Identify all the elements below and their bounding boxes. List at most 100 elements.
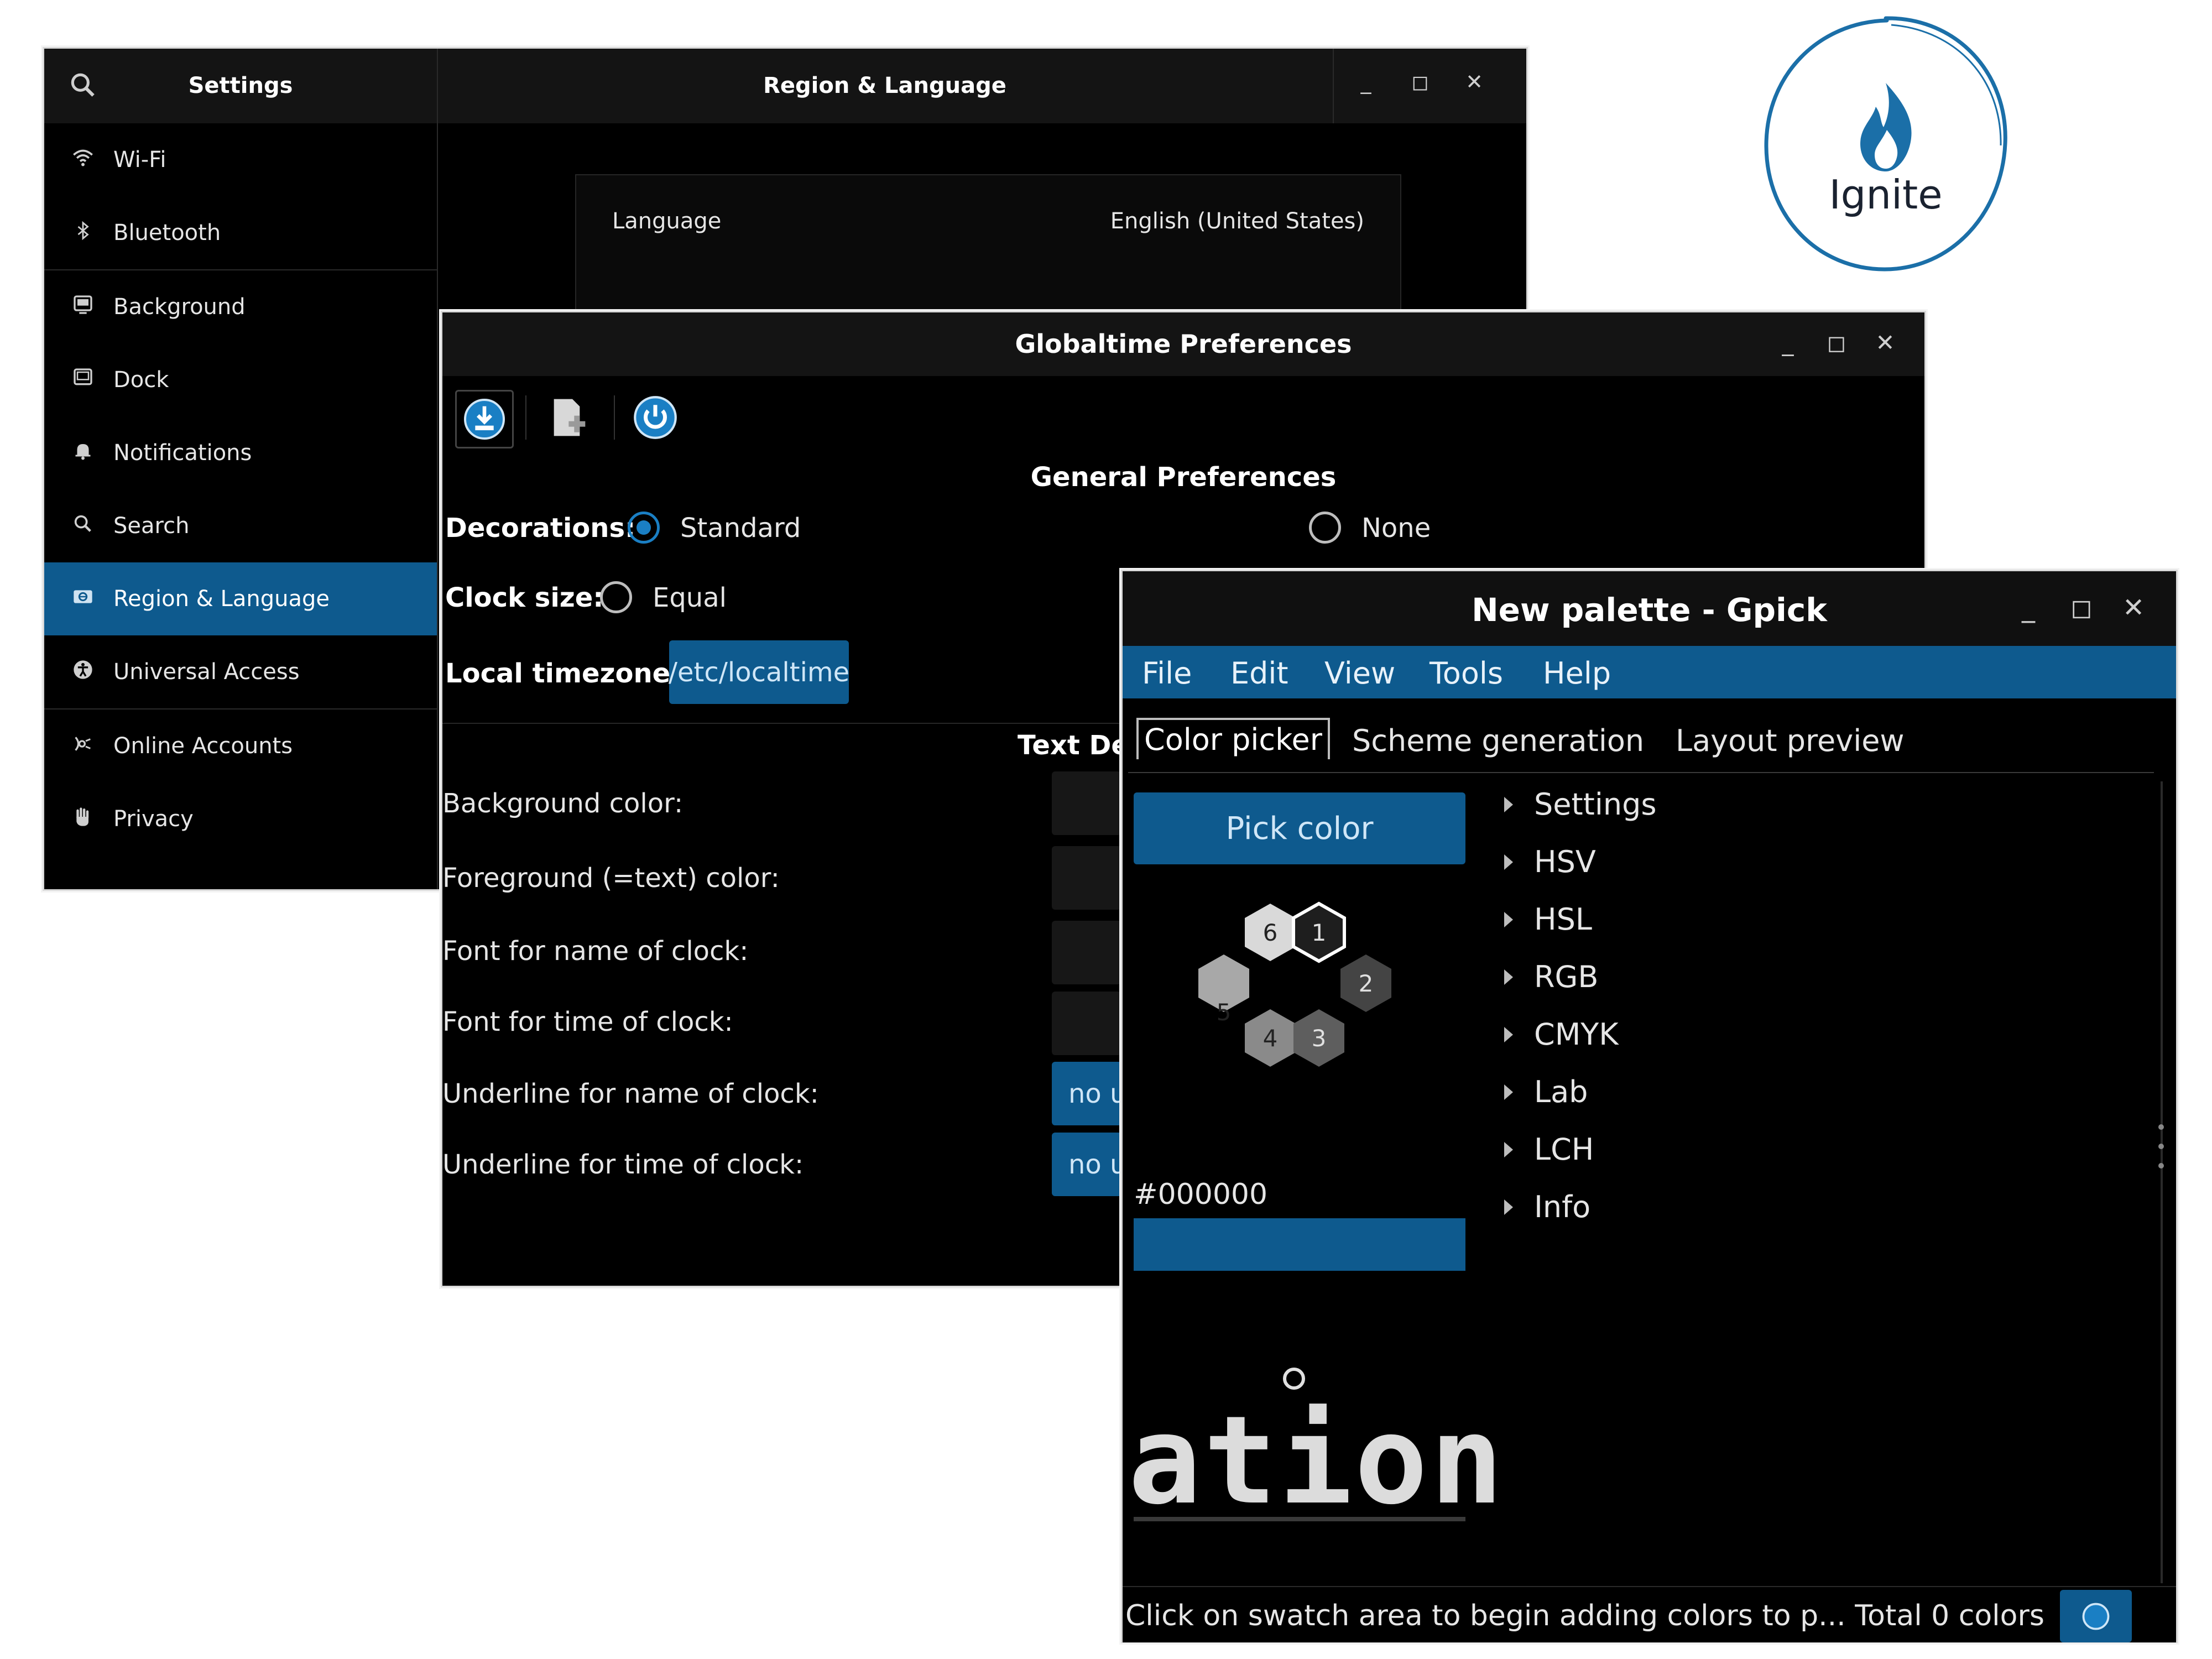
tree-label: HSV <box>1534 844 1596 879</box>
clock-size-equal-radio[interactable] <box>600 581 632 613</box>
tree-item-hsv[interactable]: HSV <box>1504 844 1596 879</box>
zoom-preview-text: ation <box>1128 1390 1506 1531</box>
timezone-button[interactable]: /etc/localtime <box>669 640 849 704</box>
decorations-standard-radio[interactable] <box>628 512 660 544</box>
sidebar-item-label: Wi-Fi <box>113 147 166 173</box>
color-swatch[interactable] <box>1134 1218 1465 1271</box>
maximize-icon[interactable]: ◻ <box>1410 70 1430 94</box>
accessibility-icon <box>66 659 100 686</box>
pane-handle-icon[interactable] <box>2156 1124 2167 1168</box>
swatch-hexagons[interactable]: 6 1 5 2 4 3 <box>1145 881 1454 1168</box>
tree-item-hsl[interactable]: HSL <box>1504 902 1592 937</box>
tree-item-rgb[interactable]: RGB <box>1504 959 1598 994</box>
sidebar-item-label: Search <box>113 513 190 539</box>
field-label: Font for time of clock: <box>442 1006 733 1037</box>
menu-file[interactable]: File <box>1142 656 1192 691</box>
swatch-1[interactable]: 1 <box>1292 901 1346 963</box>
settings-window-controls: _ ◻ ✕ <box>1333 49 1527 123</box>
expander-arrow-icon <box>1504 911 1513 927</box>
close-icon[interactable]: ✕ <box>1875 329 1895 356</box>
swatch-5[interactable]: 5 <box>1198 954 1249 1026</box>
tree-item-info[interactable]: Info <box>1504 1190 1590 1224</box>
maximize-icon[interactable]: ◻ <box>1827 329 1846 356</box>
language-row[interactable]: Language English (United States) <box>575 174 1401 272</box>
tree-item-settings[interactable]: Settings <box>1504 787 1656 822</box>
hex-code: #000000 <box>1134 1178 1268 1211</box>
minimize-icon[interactable]: _ <box>1778 329 1798 356</box>
radio-label: Equal <box>653 582 727 613</box>
sidebar-item-label: Privacy <box>113 806 194 832</box>
section-title: General Preferences <box>1030 462 1337 493</box>
tree-item-cmyk[interactable]: CMYK <box>1504 1017 1619 1052</box>
tab-color-picker[interactable]: Color picker <box>1136 718 1330 759</box>
minimize-icon[interactable]: _ <box>2018 592 2038 623</box>
swatch-3[interactable]: 3 <box>1293 1009 1344 1067</box>
field-label: Font for name of clock: <box>442 936 749 967</box>
menu-help[interactable]: Help <box>1543 656 1611 691</box>
sidebar-item-region-language[interactable]: Region & Language <box>44 562 437 635</box>
status-bar: Click on swatch area to begin adding col… <box>1123 1586 2176 1642</box>
tree-label: CMYK <box>1534 1017 1619 1052</box>
menu-tools[interactable]: Tools <box>1430 656 1503 691</box>
swatch-6[interactable]: 6 <box>1245 904 1296 961</box>
zoom-slider[interactable] <box>1134 1517 1465 1521</box>
expander-arrow-icon <box>1504 969 1513 985</box>
swatch-4[interactable]: 4 <box>1245 1009 1296 1067</box>
sidebar-item-bluetooth[interactable]: Bluetooth <box>44 196 437 269</box>
sidebar-item-label: Notifications <box>113 440 252 466</box>
toolbar-divider <box>525 395 526 440</box>
menu-edit[interactable]: Edit <box>1230 656 1288 691</box>
quit-button[interactable] <box>628 390 683 445</box>
settings-title: Settings <box>188 73 293 98</box>
sidebar-item-dock[interactable]: Dock <box>44 343 437 416</box>
sidebar-item-privacy[interactable]: Privacy <box>44 782 437 855</box>
tree-item-lch[interactable]: LCH <box>1504 1132 1594 1167</box>
gpick-window: New palette - Gpick _ ◻ ✕ File Edit View… <box>1123 571 2176 1642</box>
field-label: Background color: <box>442 788 684 819</box>
power-icon <box>634 396 677 439</box>
maximize-icon[interactable]: ◻ <box>2070 592 2093 623</box>
radio-label: None <box>1361 513 1431 544</box>
pick-color-button[interactable]: Pick color <box>1134 792 1465 864</box>
sidebar-item-search[interactable]: Search <box>44 489 437 562</box>
svg-text:3: 3 <box>1312 1025 1327 1052</box>
timezone-label: Local timezone: <box>445 658 681 689</box>
tree-label: RGB <box>1534 959 1599 994</box>
sidebar-item-universal-access[interactable]: Universal Access <box>44 635 437 708</box>
swatch-2[interactable]: 2 <box>1340 954 1391 1012</box>
tab-layout-preview[interactable]: Layout preview <box>1676 723 1905 758</box>
language-label: Language <box>612 208 722 234</box>
tab-scheme-generation[interactable]: Scheme generation <box>1352 723 1644 758</box>
sidebar-item-wifi[interactable]: Wi-Fi <box>44 123 437 196</box>
dock-icon <box>66 367 100 394</box>
decorations-none-radio[interactable] <box>1309 512 1341 544</box>
status-swatch-button[interactable] <box>2060 1590 2132 1642</box>
svg-text:4: 4 <box>1263 1025 1278 1052</box>
pane-divider[interactable] <box>2161 781 2163 1583</box>
close-icon[interactable]: ✕ <box>1464 70 1484 94</box>
sidebar-item-online-accounts[interactable]: Online Accounts <box>44 709 437 782</box>
svg-text:1: 1 <box>1312 919 1327 946</box>
radio-label: Standard <box>680 513 801 544</box>
minimize-icon[interactable]: _ <box>1356 70 1376 94</box>
globaltime-titlebar: Globaltime Preferences _ ◻ ✕ <box>442 312 1924 376</box>
menu-view[interactable]: View <box>1324 656 1395 691</box>
background-icon <box>66 294 100 321</box>
clock-size-label: Clock size: <box>445 582 604 613</box>
tree-item-lab[interactable]: Lab <box>1504 1074 1588 1109</box>
sidebar-item-notifications[interactable]: Notifications <box>44 416 437 489</box>
settings-sidebar-header: Settings <box>44 49 438 123</box>
tree-label: HSL <box>1534 902 1592 937</box>
decorations-label: Decorations: <box>445 513 636 544</box>
sidebar-item-label: Region & Language <box>113 586 330 612</box>
language-value: English (United States) <box>1110 208 1364 234</box>
add-clock-button[interactable] <box>539 390 594 445</box>
region-icon <box>66 586 100 613</box>
expander-arrow-icon <box>1504 796 1513 812</box>
bluetooth-icon <box>66 220 100 247</box>
save-button[interactable] <box>455 390 514 448</box>
sidebar-item-background[interactable]: Background <box>44 270 437 343</box>
menu-bar: File Edit View Tools Help <box>1123 646 2176 698</box>
close-icon[interactable]: ✕ <box>2122 592 2145 623</box>
text-section-title: Text De <box>1018 730 1129 761</box>
